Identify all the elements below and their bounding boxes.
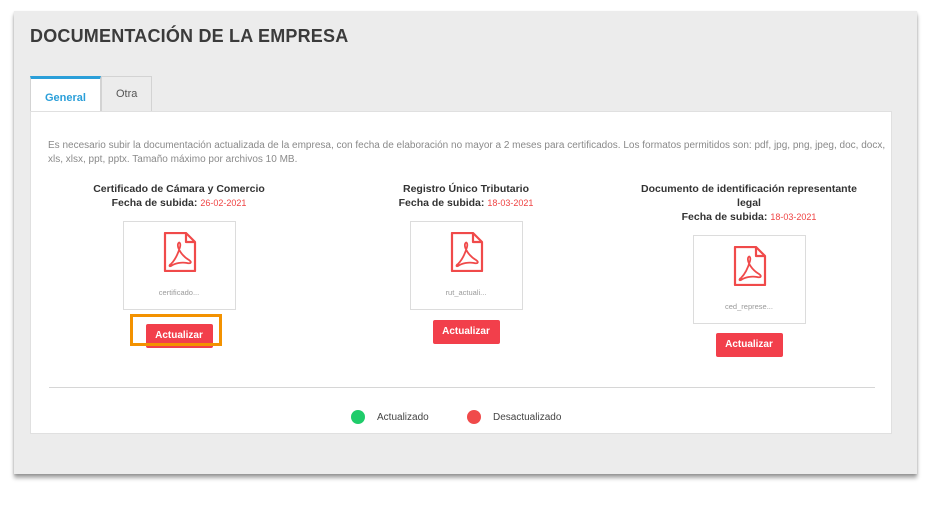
file-preview[interactable]: certificado...	[122, 221, 236, 310]
upload-date-label: Fecha de subida:	[111, 197, 198, 209]
company-documents-panel: DOCUMENTACIÓN DE LA EMPRESA General Otra…	[14, 11, 917, 474]
legend-item-updated: Actualizado	[351, 410, 429, 424]
update-button[interactable]: Actualizar	[432, 320, 500, 344]
pdf-icon	[733, 246, 766, 286]
upload-date: Fecha de subida: 18-03-2021	[346, 196, 586, 210]
pdf-icon	[450, 232, 483, 272]
panel-title: DOCUMENTACIÓN DE LA EMPRESA	[30, 26, 349, 46]
document-card-representante-legal: Documento de identificación representant…	[629, 182, 869, 357]
document-title: Registro Único Tributario	[402, 183, 529, 195]
divider	[49, 387, 875, 388]
tab-content: Es necesario subir la documentación actu…	[30, 111, 892, 434]
upload-notice: Es necesario subir la documentación actu…	[48, 140, 886, 165]
upload-date-label: Fecha de subida:	[398, 197, 485, 209]
upload-date: Fecha de subida: 18-03-2021	[629, 210, 869, 224]
file-preview[interactable]: rut_actuali...	[409, 221, 523, 310]
upload-date-value: 18-03-2021	[770, 212, 817, 222]
file-preview[interactable]: ced_represe...	[692, 235, 806, 324]
tab-otra[interactable]: Otra	[100, 76, 153, 112]
legend-label: Actualizado	[377, 411, 429, 423]
tab-general[interactable]: General	[30, 76, 101, 112]
file-name: rut_actuali...	[445, 288, 487, 297]
status-dot-updated	[351, 410, 365, 424]
file-name: ced_represe...	[725, 302, 773, 311]
tab-bar: General Otra	[30, 76, 153, 112]
document-title: Certificado de Cámara y Comercio	[93, 183, 265, 195]
file-name: certificado...	[158, 288, 200, 297]
upload-date: Fecha de subida: 26-02-2021	[59, 196, 299, 210]
update-button[interactable]: Actualizar	[715, 333, 783, 357]
legend-item-outdated: Desactualizado	[467, 410, 561, 424]
pdf-icon	[163, 232, 196, 272]
document-card-rut: Registro Único Tributario Fecha de subid…	[346, 182, 586, 344]
highlight-outline	[130, 314, 222, 346]
upload-date-value: 26-02-2021	[200, 198, 247, 208]
document-title: Documento de identificación representant…	[641, 183, 857, 209]
status-dot-outdated	[467, 410, 481, 424]
upload-date-label: Fecha de subida:	[681, 211, 768, 223]
upload-date-value: 18-03-2021	[487, 198, 534, 208]
legend-label: Desactualizado	[493, 411, 562, 423]
